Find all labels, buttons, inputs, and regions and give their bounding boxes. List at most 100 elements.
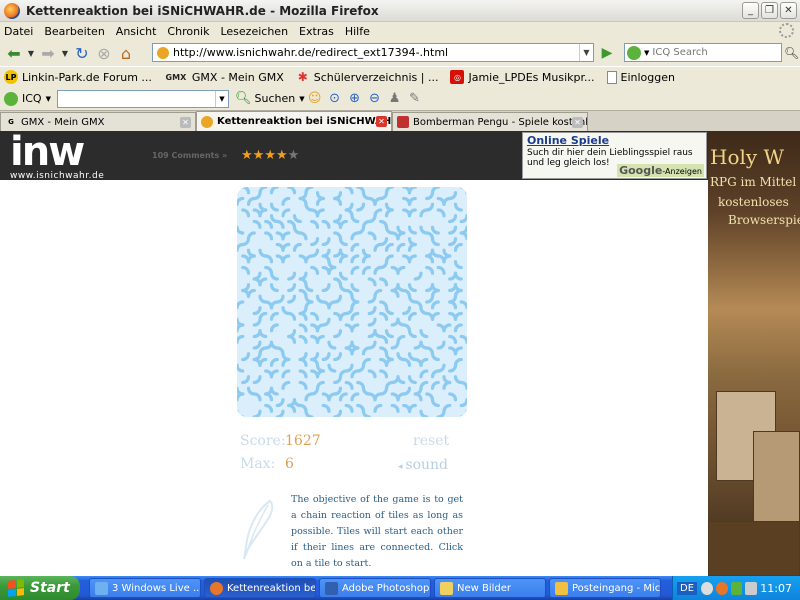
game-tile[interactable] [350, 265, 360, 275]
game-tile[interactable] [459, 334, 467, 344]
game-tile[interactable] [442, 403, 452, 413]
game-tile[interactable] [413, 392, 423, 402]
game-tile[interactable] [298, 311, 308, 321]
menu-extras[interactable]: Extras [299, 25, 334, 38]
forward-history-dropdown[interactable]: ▼ [59, 42, 71, 64]
game-tile[interactable] [327, 340, 337, 350]
menu-hilfe[interactable]: Hilfe [345, 25, 370, 38]
game-tile[interactable] [419, 409, 429, 417]
game-tile[interactable] [281, 196, 291, 206]
game-tile[interactable] [333, 196, 343, 206]
game-tile[interactable] [373, 403, 383, 413]
game-tile[interactable] [436, 265, 446, 275]
search-bar[interactable]: ▼ [624, 43, 782, 62]
game-tile[interactable] [373, 242, 383, 252]
game-tile[interactable] [252, 409, 262, 417]
back-button[interactable]: ⬅ [3, 42, 25, 64]
game-tile[interactable] [430, 311, 440, 321]
game-tile[interactable] [269, 283, 279, 293]
game-tile[interactable] [264, 254, 274, 264]
game-tile[interactable] [361, 254, 371, 264]
tab-close-icon[interactable]: ✕ [572, 117, 583, 128]
icq-dropdown[interactable]: ▼ [46, 95, 51, 103]
start-button[interactable]: Start [0, 576, 80, 600]
game-tile[interactable] [384, 242, 394, 252]
game-board[interactable] [237, 187, 467, 417]
game-tile[interactable] [281, 369, 291, 379]
game-tile[interactable] [459, 231, 467, 241]
minimize-button[interactable]: _ [742, 2, 759, 19]
game-tile[interactable] [321, 352, 331, 362]
menu-bearbeiten[interactable]: Bearbeiten [44, 25, 104, 38]
game-tile[interactable] [298, 334, 308, 344]
game-tile[interactable] [384, 208, 394, 218]
game-tile[interactable] [384, 187, 394, 195]
game-tile[interactable] [327, 300, 337, 310]
game-tile[interactable] [425, 265, 435, 275]
game-tile[interactable] [327, 363, 337, 373]
game-tile[interactable] [237, 225, 245, 235]
google-ad-box[interactable]: Online Spiele Such dir hier dein Lieblin… [522, 132, 707, 179]
game-tile[interactable] [350, 392, 360, 402]
game-tile[interactable] [315, 369, 325, 379]
game-tile[interactable] [258, 277, 268, 287]
game-tile[interactable] [448, 214, 458, 224]
game-tile[interactable] [338, 254, 348, 264]
ad-title[interactable]: Online Spiele [527, 134, 702, 147]
game-tile[interactable] [292, 242, 302, 252]
game-tile[interactable] [384, 357, 394, 367]
game-tile[interactable] [407, 329, 417, 339]
game-tile[interactable] [350, 214, 360, 224]
tab-gmx[interactable]: G GMX - Mein GMX ✕ [0, 112, 196, 131]
game-tile[interactable] [453, 202, 463, 212]
game-tile[interactable] [333, 352, 343, 362]
game-tile[interactable] [350, 323, 360, 333]
game-tile[interactable] [361, 265, 371, 275]
game-tile[interactable] [442, 380, 452, 390]
game-tile[interactable] [379, 311, 389, 321]
game-tile[interactable] [237, 323, 245, 333]
game-tile[interactable] [430, 187, 440, 195]
game-tile[interactable] [436, 208, 446, 218]
game-tile[interactable] [237, 196, 245, 206]
game-tile[interactable] [453, 311, 463, 321]
game-tile[interactable] [350, 254, 360, 264]
game-tile[interactable] [407, 225, 417, 235]
menu-ansicht[interactable]: Ansicht [116, 25, 157, 38]
game-tile[interactable] [241, 187, 251, 195]
task-outlook[interactable]: Posteingang - Micr... [549, 578, 661, 598]
reload-button[interactable]: ↻ [71, 42, 93, 64]
game-tile[interactable] [321, 219, 331, 229]
game-tile[interactable] [281, 254, 291, 264]
game-tile[interactable] [407, 283, 417, 293]
user-icon[interactable]: ♟ [385, 90, 405, 108]
game-tile[interactable] [237, 300, 245, 310]
game-tile[interactable] [237, 334, 245, 344]
game-tile[interactable] [333, 409, 343, 417]
game-tile[interactable] [430, 380, 440, 390]
game-tile[interactable] [453, 346, 463, 356]
game-tile[interactable] [327, 392, 337, 402]
game-tile[interactable] [384, 306, 394, 316]
game-tile[interactable] [315, 208, 325, 218]
game-tile[interactable] [407, 187, 417, 195]
game-tile[interactable] [310, 237, 320, 247]
game-tile[interactable] [379, 277, 389, 287]
game-tile[interactable] [269, 187, 279, 195]
game-tile[interactable] [264, 219, 274, 229]
game-tile[interactable] [384, 329, 394, 339]
icq-search-button[interactable]: 🔍︎ Suchen ▼ [235, 91, 305, 106]
game-tile[interactable] [396, 392, 406, 402]
game-tile[interactable] [258, 357, 268, 367]
game-tile[interactable] [367, 369, 377, 379]
menu-lesezeichen[interactable]: Lesezeichen [220, 25, 288, 38]
game-tile[interactable] [304, 409, 314, 417]
game-tile[interactable] [264, 403, 274, 413]
game-tile[interactable] [407, 311, 417, 321]
tab-bomberman[interactable]: Bomberman Pengu - Spiele kostenlose ... … [392, 112, 588, 131]
game-tile[interactable] [442, 254, 452, 264]
game-tile[interactable] [269, 357, 279, 367]
game-tile[interactable] [384, 254, 394, 264]
game-tile[interactable] [350, 346, 360, 356]
game-tile[interactable] [298, 369, 308, 379]
